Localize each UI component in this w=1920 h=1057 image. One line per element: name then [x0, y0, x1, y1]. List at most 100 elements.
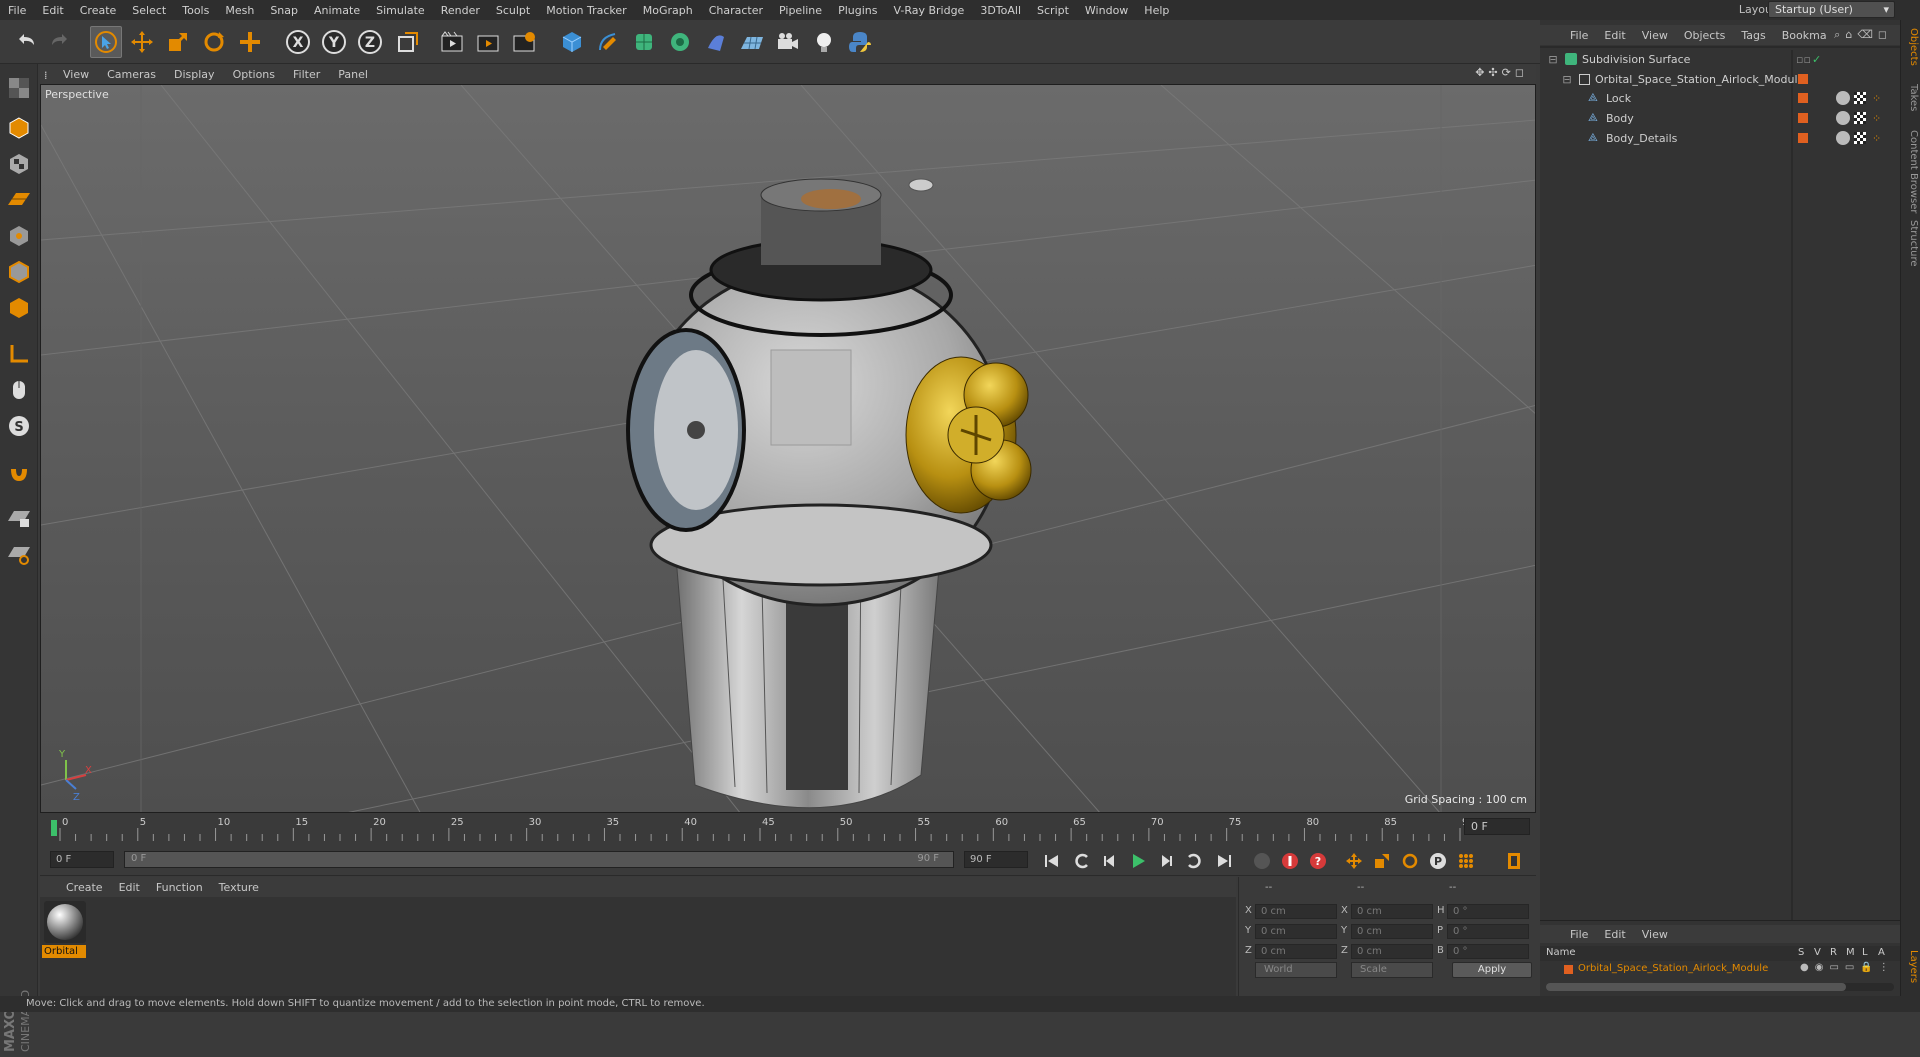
layer-row[interactable]: Orbital_Space_Station_Airlock_Module ●◉▭… — [1540, 962, 1900, 978]
object-row-airlock-module[interactable]: ⊟ Orbital_Space_Station_Airlock_Module — [1540, 70, 1900, 88]
axis-mode-button[interactable] — [3, 338, 35, 370]
om-menu-view[interactable]: View — [1634, 29, 1676, 42]
viewport-nav-icons[interactable]: ✥✣⟳◻ — [1475, 66, 1528, 79]
menu-mograph[interactable]: MoGraph — [635, 4, 701, 17]
next-keyframe-button[interactable] — [1182, 850, 1206, 872]
size-y-field[interactable]: 0 cm — [1351, 924, 1433, 939]
layer-toggle-icons[interactable]: ●◉▭▭🔒⋮ — [1800, 962, 1895, 973]
layer-color-icon[interactable] — [1798, 74, 1808, 84]
tab-structure[interactable]: Structure — [1903, 220, 1919, 267]
viewport-menu-cameras[interactable]: Cameras — [98, 68, 165, 81]
layer-scrollbar[interactable] — [1546, 983, 1894, 991]
menu-motion-tracker[interactable]: Motion Tracker — [538, 4, 634, 17]
menu-character[interactable]: Character — [701, 4, 771, 17]
menu-pipeline[interactable]: Pipeline — [771, 4, 830, 17]
om-menu-tags[interactable]: Tags — [1733, 29, 1773, 42]
material-tag-icon[interactable] — [1836, 91, 1850, 105]
y-axis-button[interactable]: Y — [318, 26, 350, 58]
tab-layers[interactable]: Layers — [1903, 950, 1919, 983]
menu-create[interactable]: Create — [72, 4, 125, 17]
viewport-menu-options[interactable]: Options — [224, 68, 284, 81]
menu-edit[interactable]: Edit — [34, 4, 71, 17]
size-x-field[interactable]: 0 cm — [1351, 904, 1433, 919]
rotation-p-field[interactable]: 0 ° — [1447, 924, 1529, 939]
menu-help[interactable]: Help — [1136, 4, 1177, 17]
timeline-window-button[interactable] — [1502, 850, 1526, 872]
layer-color-icon[interactable] — [1564, 965, 1573, 974]
om-search-home-icons[interactable]: ⌕⌂⌫◻ — [1834, 28, 1892, 42]
rotate-button[interactable] — [198, 26, 230, 58]
scale-button[interactable] — [162, 26, 194, 58]
go-to-start-button[interactable] — [1040, 850, 1064, 872]
snap-settings-button[interactable]: S — [3, 410, 35, 442]
make-editable-button[interactable] — [3, 72, 35, 104]
tab-content-browser[interactable]: Content Browser — [1903, 130, 1919, 213]
frame-range-slider[interactable]: 0 F 90 F — [124, 851, 954, 868]
workplane-mode-button[interactable] — [3, 184, 35, 216]
autokey-button[interactable]: ? — [1306, 850, 1330, 872]
record-keys-button[interactable] — [1278, 850, 1302, 872]
om-menu-edit[interactable]: Edit — [1596, 29, 1633, 42]
texture-mode-button[interactable] — [3, 148, 35, 180]
render-view-button[interactable] — [436, 26, 468, 58]
layer-menu-file[interactable]: File — [1562, 928, 1596, 941]
x-axis-button[interactable]: X — [282, 26, 314, 58]
material-tag-icon[interactable] — [1836, 111, 1850, 125]
model-mode-button[interactable] — [3, 112, 35, 144]
menu-select[interactable]: Select — [124, 4, 174, 17]
om-menu-bookmarks[interactable]: Bookma — [1774, 29, 1835, 42]
cube-button[interactable] — [556, 26, 588, 58]
current-frame-field[interactable]: 0 F — [1464, 818, 1530, 835]
texture-tag-icon[interactable] — [1854, 132, 1866, 144]
material-menu-function[interactable]: Function — [148, 881, 211, 894]
viewport-menu-filter[interactable]: Filter — [284, 68, 329, 81]
om-menu-objects[interactable]: Objects — [1676, 29, 1734, 42]
menu-3dtoall[interactable]: 3DToAll — [972, 4, 1029, 17]
selection-tag-icon[interactable]: ⁘ — [1872, 132, 1881, 145]
menu-file[interactable]: File — [0, 4, 34, 17]
menu-tools[interactable]: Tools — [174, 4, 217, 17]
motion-record-button[interactable] — [1250, 850, 1274, 872]
material-menu-texture[interactable]: Texture — [211, 881, 267, 894]
python-button[interactable] — [844, 26, 876, 58]
viewport-menu-panel[interactable]: Panel — [329, 68, 377, 81]
layer-menu-edit[interactable]: Edit — [1596, 928, 1633, 941]
polygons-mode-button[interactable] — [3, 292, 35, 324]
layer-menu-view[interactable]: View — [1634, 928, 1676, 941]
playhead[interactable] — [51, 820, 57, 836]
menu-script[interactable]: Script — [1029, 4, 1077, 17]
object-row-body[interactable]: ⟁ Body ⁘ — [1540, 109, 1900, 127]
menu-animate[interactable]: Animate — [306, 4, 368, 17]
add-button[interactable] — [234, 26, 266, 58]
position-z-field[interactable]: 0 cm — [1255, 944, 1337, 959]
selection-tag-icon[interactable]: ⁘ — [1872, 112, 1881, 125]
viewport-menu-display[interactable]: Display — [165, 68, 224, 81]
selection-tag-icon[interactable]: ⁘ — [1872, 92, 1881, 105]
layer-color-icon[interactable] — [1798, 113, 1808, 123]
apply-button[interactable]: Apply — [1452, 962, 1532, 978]
rotation-b-field[interactable]: 0 ° — [1447, 944, 1529, 959]
start-frame-field[interactable]: 0 F — [50, 851, 114, 868]
om-menu-file[interactable]: File — [1562, 29, 1596, 42]
render-settings-button[interactable] — [508, 26, 540, 58]
menu-vray-bridge[interactable]: V-Ray Bridge — [885, 4, 972, 17]
position-x-field[interactable]: 0 cm — [1255, 904, 1337, 919]
key-rotation-button[interactable] — [1398, 850, 1422, 872]
texture-tag-icon[interactable] — [1854, 92, 1866, 104]
menu-mesh[interactable]: Mesh — [217, 4, 262, 17]
key-param-button[interactable]: P — [1426, 850, 1450, 872]
previous-frame-button[interactable] — [1098, 850, 1122, 872]
undo-button[interactable] — [10, 26, 42, 58]
rotation-h-field[interactable]: 0 ° — [1447, 904, 1529, 919]
size-z-field[interactable]: 0 cm — [1351, 944, 1433, 959]
lock-workplane-button[interactable] — [3, 502, 35, 534]
object-row-lock[interactable]: ⟁ Lock ⁘ — [1540, 89, 1900, 107]
menu-plugins[interactable]: Plugins — [830, 4, 885, 17]
move-button[interactable] — [126, 26, 158, 58]
edges-mode-button[interactable] — [3, 256, 35, 288]
coordinate-mode-select[interactable]: World — [1255, 962, 1337, 978]
perspective-viewport[interactable]: Y X Z Perspective Grid Spacing : 100 cm — [40, 84, 1536, 813]
object-row-subdivision-surface[interactable]: ⊟ Subdivision Surface ▫▫ ✓ — [1540, 50, 1900, 68]
live-selection-button[interactable] — [90, 26, 122, 58]
layout-select[interactable]: Startup (User) ▾ — [1768, 1, 1895, 18]
